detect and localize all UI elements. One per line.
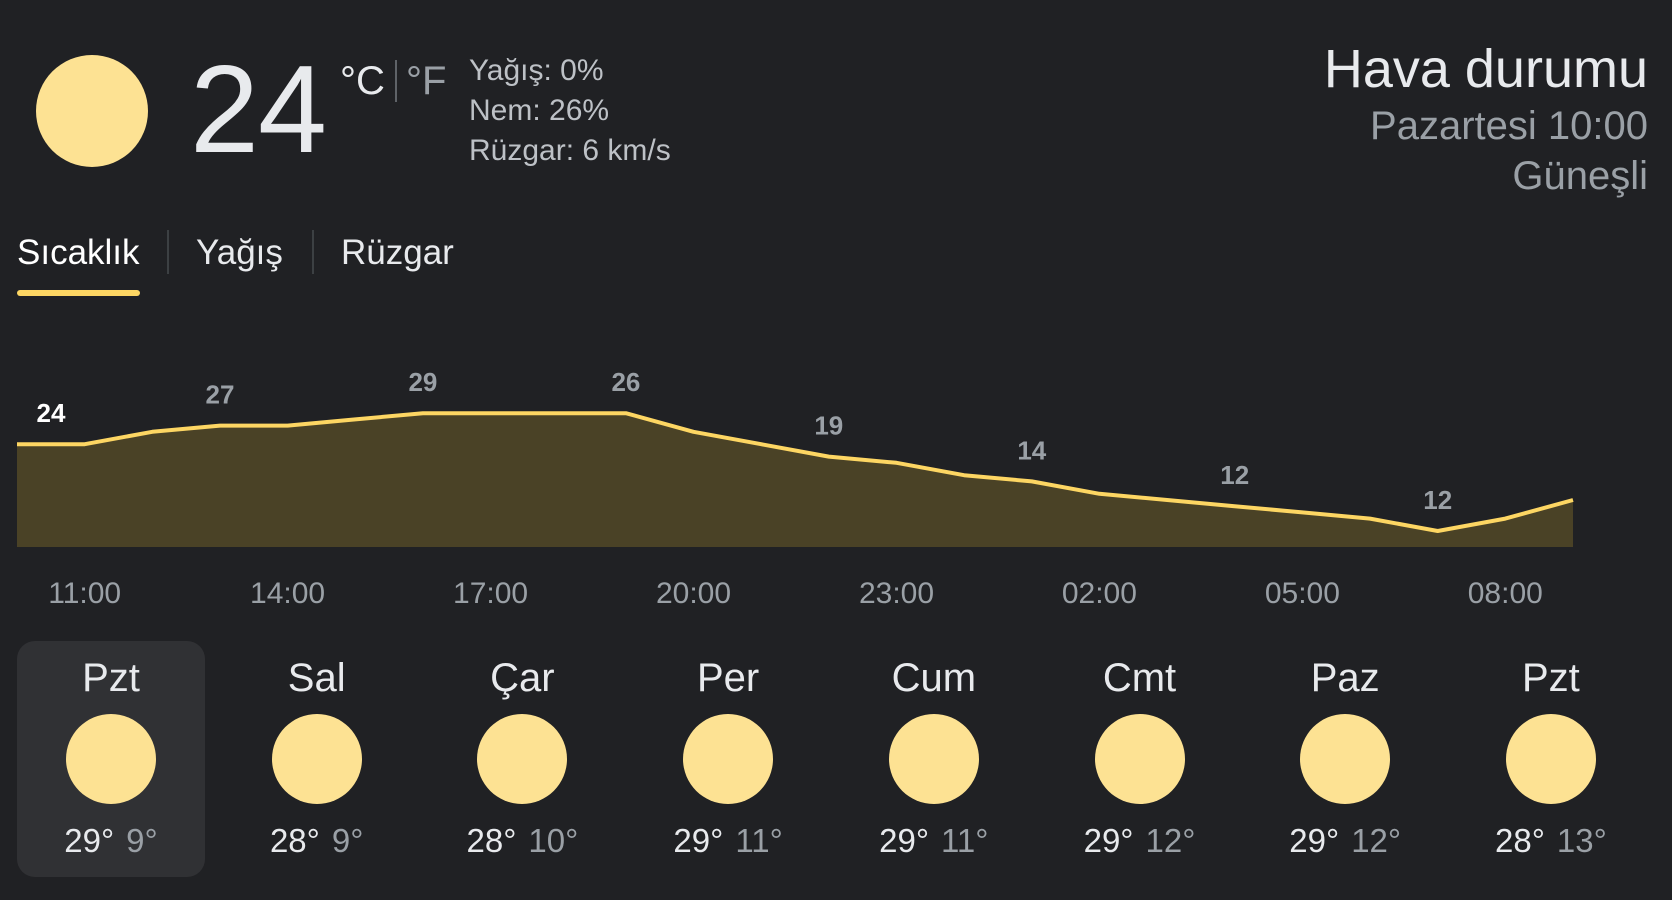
fahrenheit-toggle[interactable]: °F [406, 58, 446, 104]
unit-divider [395, 60, 397, 102]
weather-time: Pazartesi 10:00 [1370, 104, 1648, 148]
time-tick-label: 02:00 [1061, 577, 1137, 610]
time-tick-label: 23:00 [858, 577, 935, 610]
day-forecast-0[interactable]: Pzt 29° 9° [17, 641, 205, 877]
time-tick-label: 17:00 [453, 577, 529, 610]
day-forecast-1[interactable]: Sal 28° 9° [223, 641, 411, 877]
day-temperatures: 29° 11° [840, 821, 1028, 861]
sun-icon [1505, 714, 1596, 804]
day-name: Paz [1310, 656, 1380, 700]
tab-selected-indicator [17, 290, 140, 296]
precipitation-detail: Yağış: 0% [469, 54, 604, 87]
weather-condition: Güneşli [1512, 154, 1648, 198]
day-low-temp: 12° [1351, 822, 1402, 859]
day-name: Pzt [82, 656, 140, 700]
time-tick-label: 05:00 [1264, 577, 1340, 610]
day-high-temp: 29° [1289, 822, 1340, 859]
sun-icon [888, 714, 979, 804]
day-high-temp: 28° [466, 822, 517, 859]
tab-temperature[interactable]: Sıcaklık [17, 232, 140, 274]
day-name: Sal [287, 656, 346, 700]
chart-value-label: 26 [611, 367, 640, 397]
tab-precipitation[interactable]: Yağış [196, 232, 283, 274]
chart-value-label: 14 [1017, 435, 1046, 465]
day-high-temp: 29° [64, 822, 115, 859]
day-high-temp: 29° [1083, 822, 1134, 859]
day-low-temp: 12° [1145, 822, 1196, 859]
chart-value-label: 12 [1423, 485, 1452, 515]
sun-icon [1094, 714, 1185, 804]
day-high-temp: 29° [673, 822, 724, 859]
chart-value-label: 24 [37, 398, 66, 428]
celsius-toggle[interactable]: °C [340, 58, 385, 104]
weather-title: Hava durumu [1323, 39, 1648, 99]
day-low-temp: 11° [735, 822, 783, 859]
day-forecast-6[interactable]: Paz 29° 12° [1251, 641, 1439, 877]
sun-icon [683, 714, 774, 804]
day-high-temp: 28° [1494, 822, 1545, 859]
tab-divider [312, 230, 314, 274]
day-name: Per [696, 656, 760, 700]
day-low-temp: 13° [1556, 822, 1607, 859]
day-name: Pzt [1521, 656, 1580, 700]
day-temperatures: 28° 13° [1457, 821, 1645, 861]
day-forecast-3[interactable]: Per 29° 11° [634, 641, 822, 877]
day-temperatures: 29° 9° [17, 821, 205, 861]
temperature-chart[interactable]: 24 27 29 26 19 14 12 12 [0, 340, 1672, 555]
day-temperatures: 28° 9° [223, 821, 411, 861]
tab-divider [167, 230, 169, 274]
day-name: Cmt [1102, 656, 1177, 700]
day-forecast-2[interactable]: Çar 28° 10° [428, 641, 616, 877]
chart-value-label: 19 [814, 411, 843, 441]
temperature-area [17, 413, 1573, 547]
wind-detail: Rüzgar: 6 km/s [469, 134, 671, 167]
day-name: Cum [891, 656, 977, 700]
sun-icon [66, 714, 156, 804]
day-name: Çar [490, 656, 555, 700]
tab-wind[interactable]: Rüzgar [341, 232, 454, 274]
sun-icon [36, 55, 148, 167]
day-temperatures: 28° 10° [428, 821, 616, 861]
day-high-temp: 28° [269, 822, 320, 859]
time-tick-label: 20:00 [655, 577, 732, 610]
chart-value-label: 12 [1220, 460, 1249, 490]
day-low-temp: 9° [126, 822, 158, 859]
current-temperature: 24 [190, 41, 327, 179]
day-forecast-7[interactable]: Pzt 28° 13° [1457, 641, 1645, 877]
humidity-detail: Nem: 26% [469, 94, 610, 127]
chart-value-label: 27 [206, 380, 235, 410]
time-tick-label: 14:00 [250, 577, 326, 610]
day-forecast-4[interactable]: Cum 29° 11° [840, 641, 1028, 877]
time-tick-label: 11:00 [48, 577, 122, 610]
chart-value-label: 29 [408, 367, 437, 397]
sun-icon [1300, 714, 1391, 804]
day-low-temp: 9° [331, 822, 364, 859]
day-temperatures: 29° 12° [1251, 821, 1439, 861]
sun-icon [271, 714, 362, 804]
day-forecast-5[interactable]: Cmt 29° 12° [1046, 641, 1234, 877]
day-high-temp: 29° [879, 822, 930, 859]
day-temperatures: 29° 12° [1046, 821, 1234, 861]
sun-icon [477, 714, 568, 804]
time-tick-label: 08:00 [1467, 577, 1543, 610]
day-low-temp: 11° [941, 822, 989, 859]
day-temperatures: 29° 11° [634, 821, 822, 861]
day-low-temp: 10° [528, 822, 579, 859]
